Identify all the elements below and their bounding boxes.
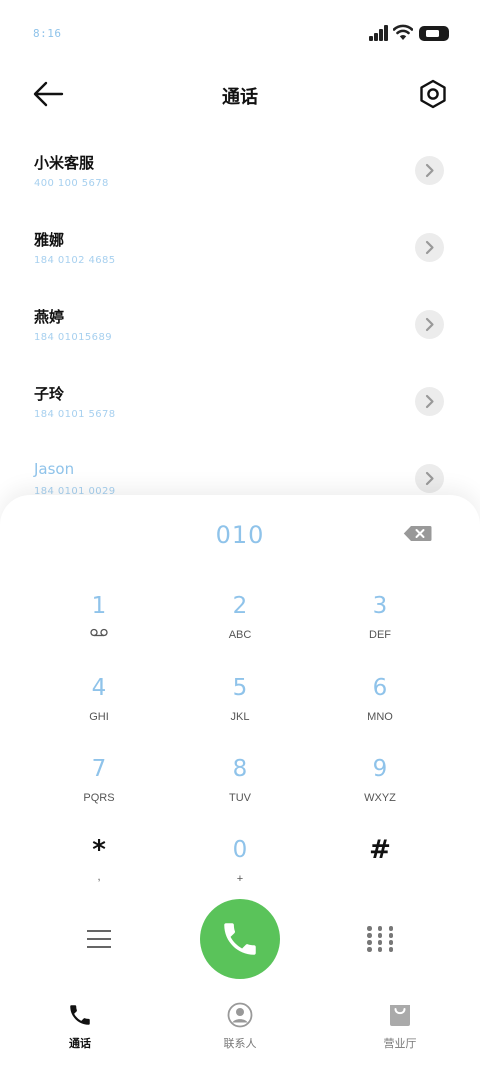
key-star[interactable]: * ,	[44, 835, 154, 905]
tab-label: 通话	[69, 1037, 91, 1050]
key-digit: 2	[232, 593, 248, 619]
key-8[interactable]: 8 TUV	[185, 756, 295, 826]
detail-button[interactable]	[415, 233, 444, 262]
chevron-right-icon	[425, 471, 434, 486]
key-digit: 6	[372, 675, 388, 701]
key-digit: 9	[372, 756, 388, 782]
key-4[interactable]: 4 GHI	[44, 675, 154, 745]
hexagon-settings-icon[interactable]	[416, 77, 450, 111]
backspace-icon[interactable]	[403, 525, 432, 542]
voicemail-icon	[90, 628, 108, 637]
contact-name: 雅娜	[34, 231, 65, 249]
key-digit: 3	[372, 593, 388, 619]
app-header: 通话	[0, 68, 480, 122]
detail-button[interactable]	[415, 464, 444, 493]
status-bar: 8:16	[0, 0, 480, 68]
bottom-tab-bar: 通话 联系人 营业厅	[0, 990, 480, 1067]
call-button[interactable]	[200, 899, 280, 979]
key-letters: PQRS	[83, 792, 115, 804]
contact-number: 184 0101 5678	[34, 409, 116, 420]
signal-icon	[369, 25, 389, 41]
tab-contacts[interactable]: 联系人	[160, 990, 320, 1067]
contact-name: Jason	[34, 460, 75, 478]
key-5[interactable]: 5 JKL	[185, 675, 295, 745]
menu-icon[interactable]	[87, 930, 111, 948]
key-digit: 8	[232, 756, 248, 782]
tab-label: 营业厅	[383, 1037, 417, 1050]
detail-button[interactable]	[415, 156, 444, 185]
shopping-bag-icon	[390, 1005, 410, 1026]
key-digit: *	[92, 835, 106, 865]
key-6[interactable]: 6 MNO	[325, 675, 435, 745]
key-letters: DEF	[369, 629, 391, 641]
key-digit: #	[369, 835, 391, 865]
key-digit: 5	[232, 675, 248, 701]
dialpad-toggle-icon[interactable]	[367, 926, 393, 952]
battery-icon	[419, 26, 449, 41]
list-item[interactable]: 雅娜 184 0102 4685	[0, 211, 480, 288]
status-time: 8:16	[33, 27, 62, 40]
detail-button[interactable]	[415, 387, 444, 416]
key-1[interactable]: 1	[44, 593, 154, 663]
dialer-panel: 010 1 2 ABC 3 DEF 4 GHI 5 JKL 6 MNO 7 PQ…	[0, 495, 480, 1067]
key-7[interactable]: 7 PQRS	[44, 756, 154, 826]
contact-list: 小米客服 400 100 5678 雅娜 184 0102 4685 燕婷 18…	[0, 134, 480, 519]
key-hash[interactable]: #	[325, 835, 435, 905]
list-item[interactable]: 小米客服 400 100 5678	[0, 134, 480, 211]
contact-name: 小米客服	[34, 154, 95, 172]
contact-number: 184 01015689	[34, 332, 112, 343]
key-letters: ABC	[228, 629, 252, 641]
page-title: 通话	[222, 87, 258, 108]
key-digit: 0	[232, 837, 248, 863]
tab-label: 联系人	[223, 1037, 257, 1050]
chevron-right-icon	[425, 163, 434, 178]
key-letters: ,	[97, 871, 101, 883]
key-3[interactable]: 3 DEF	[325, 593, 435, 663]
contact-name: 子玲	[34, 385, 65, 403]
key-digit: 7	[91, 756, 107, 782]
contact-number: 184 0102 4685	[34, 255, 116, 266]
key-0[interactable]: 0 +	[185, 837, 295, 907]
contact-icon	[227, 1002, 253, 1028]
key-letters: JKL	[230, 711, 250, 723]
key-digit: 4	[91, 675, 107, 701]
tab-business-hall[interactable]: 营业厅	[320, 990, 480, 1067]
key-letters: +	[236, 873, 244, 885]
phone-icon	[224, 923, 256, 955]
key-letters: GHI	[89, 711, 109, 723]
tab-calls[interactable]: 通话	[0, 990, 160, 1067]
key-9[interactable]: 9 WXYZ	[325, 756, 435, 826]
key-letters: TUV	[229, 792, 251, 804]
contact-number: 400 100 5678	[34, 178, 109, 189]
list-item[interactable]: 燕婷 184 01015689	[0, 288, 480, 365]
key-letters: MNO	[367, 711, 393, 723]
key-digit: 1	[91, 593, 107, 619]
detail-button[interactable]	[415, 310, 444, 339]
key-letters: WXYZ	[364, 792, 396, 804]
contact-name: 燕婷	[34, 308, 65, 326]
list-item[interactable]: 子玲 184 0101 5678	[0, 365, 480, 442]
chevron-right-icon	[425, 240, 434, 255]
chevron-right-icon	[425, 394, 434, 409]
chevron-right-icon	[425, 317, 434, 332]
key-2[interactable]: 2 ABC	[185, 593, 295, 663]
wifi-icon	[393, 24, 413, 40]
phone-icon	[70, 1005, 90, 1025]
